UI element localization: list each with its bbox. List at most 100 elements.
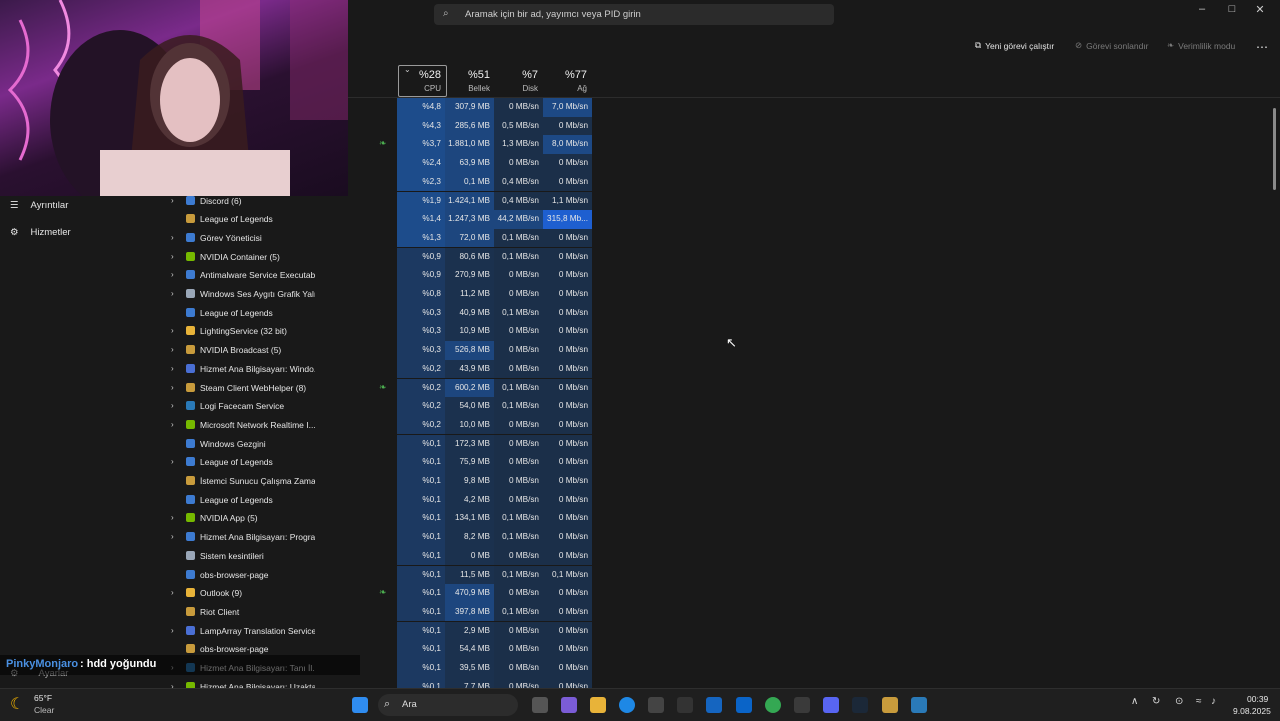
table-row[interactable]: › Hizmet Ana Bilgisayarı: Windo... %0,2 43,… — [160, 359, 592, 379]
table-row[interactable]: Windows Gezgini %0,1 172,3 MB 0 MB/sn 0 Mb/s… — [160, 434, 592, 454]
vertical-scrollbar[interactable] — [1273, 108, 1276, 190]
expand-chevron-icon[interactable]: › — [171, 420, 174, 429]
nav-services[interactable]: ⚙ Hizmetler — [10, 227, 71, 238]
expand-chevron-icon[interactable]: › — [171, 401, 174, 410]
edge-icon[interactable] — [619, 697, 635, 713]
search-box[interactable]: ⌕ Aramak için bir ad, yayımcı veya PID g… — [434, 4, 834, 25]
wifi-icon[interactable]: ≈ — [1196, 696, 1202, 707]
clock-date[interactable]: 9.08.2025 — [1233, 706, 1271, 716]
expand-chevron-icon[interactable]: › — [171, 233, 174, 242]
clock-time[interactable]: 00:39 — [1247, 694, 1268, 704]
league-of-legends-icon[interactable] — [882, 697, 898, 713]
memory-cell: 0,1 MB — [445, 172, 494, 192]
app-icon-3[interactable] — [794, 697, 810, 713]
disk-cell: 0 MB/sn — [494, 621, 543, 641]
discord-icon[interactable] — [823, 697, 839, 713]
expand-chevron-icon[interactable]: › — [171, 626, 174, 635]
cpu-cell: %1,4 — [397, 210, 445, 229]
microphone-icon[interactable]: ⊙ — [1175, 696, 1183, 707]
table-row[interactable]: › NVIDIA Broadcast (5) %0,3 526,8 MB 0 MB/sn… — [160, 341, 592, 360]
more-options-button[interactable]: ⋯ — [1256, 40, 1268, 54]
chrome-icon[interactable] — [765, 697, 781, 713]
expand-chevron-icon[interactable]: › — [171, 383, 174, 392]
table-row[interactable]: › Windows Ses Aygıtı Grafik Yalı... %0,8 11… — [160, 285, 592, 304]
table-row[interactable]: › NVIDIA App (5) %0,1 134,1 MB 0,1 MB/sn 0 Mb… — [160, 509, 592, 528]
expand-chevron-icon[interactable]: › — [171, 196, 174, 205]
process-name: LampArray Translation Service — [200, 625, 315, 636]
minimize-button[interactable]: – — [1192, 3, 1212, 15]
process-icon — [186, 382, 195, 392]
expand-chevron-icon[interactable]: › — [171, 270, 174, 279]
expand-chevron-icon[interactable]: › — [171, 532, 174, 541]
network-cell: 0 Mb/sn — [543, 434, 592, 454]
expand-chevron-icon[interactable]: › — [171, 457, 174, 466]
disk-cell: 0 MB/sn — [494, 453, 543, 472]
expand-chevron-icon[interactable]: › — [171, 364, 174, 373]
expand-chevron-icon[interactable]: › — [171, 289, 174, 298]
store-icon[interactable] — [648, 697, 664, 713]
table-row[interactable]: › Antimalware Service Executable %0,9 270,9… — [160, 266, 592, 285]
column-header-disk[interactable]: %7 Disk — [495, 66, 538, 97]
cpu-cell: %0,1 — [397, 490, 445, 510]
taskbar-search-icon: ⌕ — [384, 698, 391, 710]
start-windows-icon[interactable] — [352, 697, 368, 713]
expand-chevron-icon[interactable]: › — [171, 345, 174, 354]
table-row[interactable]: › Görev Yöneticisi %1,3 72,0 MB 0,1 MB/sn 0 M… — [160, 228, 592, 248]
table-row[interactable]: › Logi Facecam Service %0,2 54,0 MB 0,1 MB/s… — [160, 397, 592, 416]
nav-details[interactable]: ☰ Ayrıntılar — [10, 200, 68, 211]
task-view-icon[interactable] — [532, 697, 548, 713]
table-row[interactable]: League of Legends %1,4 1.247,3 MB 44,2 MB/s… — [160, 210, 592, 229]
table-row[interactable]: Sistem kesintileri %0,1 0 MB 0 MB/sn 0 Mb/sn — [160, 546, 592, 566]
maximize-button[interactable]: □ — [1222, 3, 1242, 15]
network-cell: 0 Mb/sn — [543, 285, 592, 304]
column-header-cpu[interactable]: ⌄ %28 CPU — [398, 65, 447, 97]
expand-chevron-icon[interactable]: › — [171, 326, 174, 335]
table-row[interactable]: League of Legends %0,3 40,9 MB 0,1 MB/sn 0 M… — [160, 303, 592, 323]
copilot-icon[interactable] — [561, 697, 577, 713]
network-cell: 0 Mb/sn — [543, 228, 592, 248]
network-cell: 0 Mb/sn — [543, 472, 592, 491]
file-explorer-icon[interactable] — [590, 697, 606, 713]
table-row[interactable]: İstemci Sunucu Çalışma Zama... %0,1 9,8 MB… — [160, 472, 592, 491]
process-name: League of Legends — [200, 307, 273, 318]
run-new-task-label: Yeni görevi çalıştır — [985, 40, 1055, 51]
cpu-cell: %3,7 — [397, 135, 445, 154]
table-row[interactable]: League of Legends %0,1 4,2 MB 0 MB/sn 0 Mb/s… — [160, 490, 592, 510]
tray-sync-icon[interactable]: ↻ — [1152, 696, 1160, 707]
process-name: Steam Client WebHelper (8) — [200, 382, 307, 393]
steam-icon[interactable] — [852, 697, 868, 713]
close-button[interactable]: ✕ — [1250, 3, 1270, 16]
volume-icon[interactable]: ♪ — [1211, 696, 1216, 707]
sort-chevron-icon: ⌄ — [404, 65, 411, 74]
run-new-task-button[interactable]: ⧉ Yeni görevi çalıştır — [975, 40, 1054, 51]
table-row[interactable]: › Steam Client WebHelper (8) ❧ %0,2 600,2 MB… — [160, 378, 592, 398]
column-header-memory[interactable]: %51 Bellek — [446, 66, 490, 97]
expand-chevron-icon[interactable]: › — [171, 588, 174, 597]
process-icon — [186, 270, 195, 280]
expand-chevron-icon[interactable]: › — [171, 252, 174, 261]
memory-cell: 39,5 MB — [445, 659, 494, 678]
app-icon[interactable] — [677, 697, 693, 713]
taskbar-search[interactable]: ⌕ Ara — [378, 694, 518, 716]
table-row[interactable]: › Hizmet Ana Bilgisayarı: Progra... %0,1 8,… — [160, 528, 592, 547]
app-icon-2[interactable] — [706, 697, 722, 713]
column-header-network[interactable]: %77 Ağ — [544, 66, 587, 97]
process-name: Görev Yöneticisi — [200, 232, 262, 243]
tray-chevron-icon[interactable]: ∧ — [1131, 696, 1138, 707]
end-task-button[interactable]: ⊘ Görevi sonlandır — [1075, 40, 1149, 51]
expand-chevron-icon[interactable]: › — [171, 513, 174, 522]
outlook-icon[interactable] — [736, 697, 752, 713]
task-manager-icon[interactable] — [911, 697, 927, 713]
disk-cell: 0,1 MB/sn — [494, 228, 543, 248]
table-row[interactable]: Riot Client %0,1 397,8 MB 0,1 MB/sn 0 Mb/sn — [160, 602, 592, 622]
table-row[interactable]: › League of Legends %0,1 75,9 MB 0 MB/sn 0 Mb… — [160, 453, 592, 472]
table-row[interactable]: › LampArray Translation Service %0,1 2,9 MB… — [160, 621, 592, 641]
table-row[interactable]: obs-browser-page %0,1 11,5 MB 0,1 MB/sn 0,1 … — [160, 565, 592, 585]
table-row[interactable]: › Outlook (9) ❧ %0,1 470,9 MB 0 MB/sn 0 Mb/sn — [160, 584, 592, 603]
table-row[interactable]: › LightingService (32 bit) %0,3 10,9 MB 0 MB… — [160, 322, 592, 341]
table-row[interactable]: › Microsoft Network Realtime I... %0,2 10,0… — [160, 415, 592, 435]
table-row[interactable]: › NVIDIA Container (5) %0,9 80,6 MB 0,1 MB/s… — [160, 247, 592, 267]
process-name: League of Legends — [200, 457, 273, 468]
memory-cell: 1.247,3 MB — [445, 210, 494, 229]
efficiency-mode-button[interactable]: ❧ Verimlilik modu — [1167, 40, 1235, 51]
